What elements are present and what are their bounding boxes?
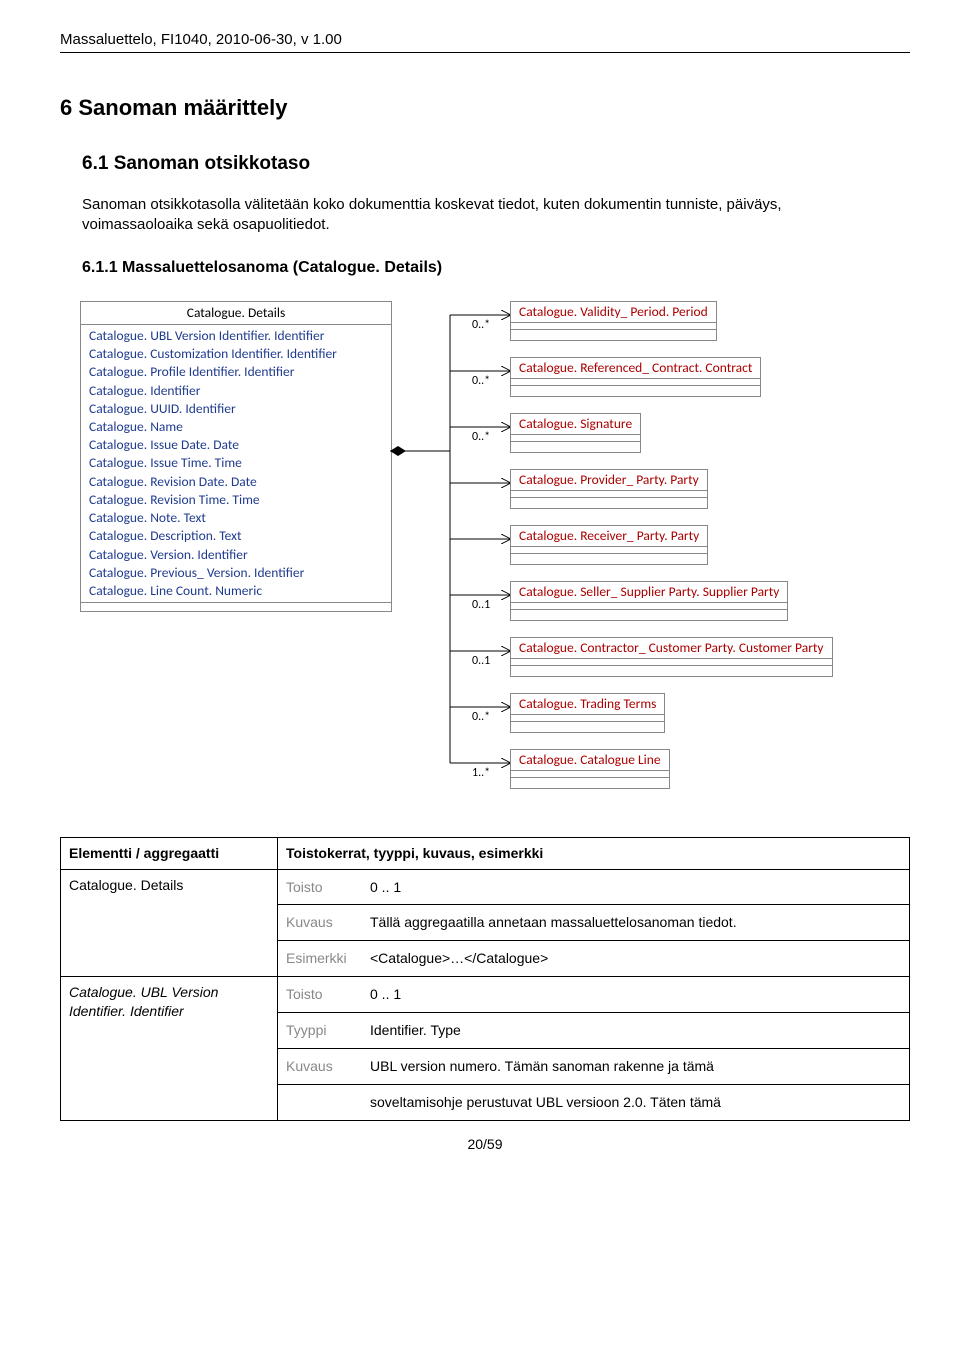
uml-assoc-class: Catalogue. Referenced_ Contract. Contrac… (510, 357, 761, 397)
uml-attribute: Catalogue. Note. Text (89, 509, 383, 527)
uml-attribute: Catalogue. Line Count. Numeric (89, 582, 383, 600)
detail-label: Tyyppi (286, 1021, 362, 1040)
uml-attribute: Catalogue. Previous_ Version. Identifier (89, 564, 383, 582)
page-number: 20/59 (60, 1135, 910, 1154)
uml-attribute: Catalogue. Version. Identifier (89, 546, 383, 564)
heading-6-1: 6.1 Sanoman otsikkotaso (82, 151, 910, 177)
uml-multiplicity: 0..* (472, 429, 490, 445)
element-detail-cell: Tyyppi Identifier. Type (278, 1013, 910, 1049)
definition-table: Elementti / aggregaatti Toistokerrat, ty… (60, 837, 910, 1121)
uml-attribute: Catalogue. Identifier (89, 382, 383, 400)
detail-label: Esimerkki (286, 949, 362, 968)
uml-multiplicity: 0..1 (472, 597, 490, 613)
uml-assoc-class: Catalogue. Validity_ Period. Period (510, 301, 717, 341)
uml-assoc-class: Catalogue. Receiver_ Party. Party (510, 525, 708, 565)
page-header: Massaluettelo, FI1040, 2010-06-30, v 1.0… (60, 30, 910, 53)
element-detail-cell: Toisto 0 .. 1 (278, 869, 910, 905)
uml-main-attributes: Catalogue. UBL Version Identifier. Ident… (81, 325, 391, 603)
element-detail-cell: Esimerkki <Catalogue>…</Catalogue> (278, 941, 910, 977)
element-detail-cell: Toisto 0 .. 1 (278, 977, 910, 1013)
uml-assoc-title: Catalogue. Trading Terms (511, 694, 664, 715)
detail-label: Toisto (286, 985, 362, 1004)
uml-attribute: Catalogue. Name (89, 418, 383, 436)
uml-assoc-class: Catalogue. Contractor_ Customer Party. C… (510, 637, 833, 677)
uml-main-class: Catalogue. Details Catalogue. UBL Versio… (80, 301, 392, 613)
uml-multiplicity: 1..* (472, 765, 490, 781)
detail-label: Kuvaus (286, 1057, 362, 1076)
element-name-cell: Catalogue. UBL Version Identifier. Ident… (61, 977, 278, 1121)
uml-attribute: Catalogue. Description. Text (89, 527, 383, 545)
uml-diagram: Catalogue. Details Catalogue. UBL Versio… (60, 291, 910, 831)
uml-attribute: Catalogue. UBL Version Identifier. Ident… (89, 327, 383, 345)
uml-assoc-title: Catalogue. Catalogue Line (511, 750, 669, 771)
detail-value: Tällä aggregaatilla annetaan massaluette… (370, 913, 901, 932)
th-details: Toistokerrat, tyyppi, kuvaus, esimerkki (278, 837, 910, 869)
uml-multiplicity: 0..* (472, 373, 490, 389)
uml-main-title: Catalogue. Details (81, 302, 391, 325)
detail-label: Toisto (286, 878, 362, 897)
uml-assoc-title: Catalogue. Provider_ Party. Party (511, 470, 707, 491)
element-detail-cell: Kuvaus Tällä aggregaatilla annetaan massa… (278, 905, 910, 941)
uml-attribute: Catalogue. Customization Identifier. Ide… (89, 345, 383, 363)
uml-multiplicity: 0..1 (472, 653, 490, 669)
heading-6-1-1: 6.1.1 Massaluettelosanoma (Catalogue. De… (82, 257, 910, 279)
uml-assoc-title: Catalogue. Receiver_ Party. Party (511, 526, 707, 547)
uml-assoc-title: Catalogue. Contractor_ Customer Party. C… (511, 638, 832, 659)
detail-value: Identifier. Type (370, 1021, 901, 1040)
uml-multiplicity: 0..* (472, 709, 490, 725)
detail-label (286, 1093, 362, 1112)
uml-assoc-title: Catalogue. Seller_ Supplier Party. Suppl… (511, 582, 787, 603)
uml-attribute: Catalogue. Profile Identifier. Identifie… (89, 363, 383, 381)
detail-value: 0 .. 1 (370, 985, 901, 1004)
uml-multiplicity: 0..* (472, 317, 490, 333)
detail-value: <Catalogue>…</Catalogue> (370, 949, 901, 968)
uml-attribute: Catalogue. Issue Date. Date (89, 436, 383, 454)
table-row: Catalogue. DetailsToisto0 .. 1 (61, 869, 910, 905)
definition-tbody: Catalogue. Details Toisto 0 .. 1 Kuvaus Täll… (61, 869, 910, 1120)
uml-assoc-title: Catalogue. Validity_ Period. Period (511, 302, 716, 323)
element-detail-cell: Kuvaus UBL version numero. Tämän sanoman … (278, 1049, 910, 1085)
element-name-cell: Catalogue. Details (61, 869, 278, 977)
uml-assoc-class: Catalogue. Provider_ Party. Party (510, 469, 708, 509)
detail-value: UBL version numero. Tämän sanoman rakenn… (370, 1057, 901, 1076)
uml-assoc-class: Catalogue. Trading Terms (510, 693, 665, 733)
detail-label: Kuvaus (286, 913, 362, 932)
detail-value: soveltamisohje perustuvat UBL versioon 2… (370, 1093, 901, 1112)
uml-attribute: Catalogue. UUID. Identifier (89, 400, 383, 418)
intro-paragraph: Sanoman otsikkotasolla välitetään koko d… (82, 195, 880, 236)
uml-assoc-class: Catalogue. Signature (510, 413, 641, 453)
uml-assoc-title: Catalogue. Referenced_ Contract. Contrac… (511, 358, 760, 379)
uml-attribute: Catalogue. Revision Date. Date (89, 473, 383, 491)
table-row: Catalogue. UBL Version Identifier. Ident… (61, 977, 910, 1013)
th-element: Elementti / aggregaatti (61, 837, 278, 869)
uml-assoc-class: Catalogue. Seller_ Supplier Party. Suppl… (510, 581, 788, 621)
uml-attribute: Catalogue. Issue Time. Time (89, 454, 383, 472)
uml-attribute: Catalogue. Revision Time. Time (89, 491, 383, 509)
element-detail-cell: soveltamisohje perustuvat UBL versioon 2… (278, 1084, 910, 1120)
detail-value: 0 .. 1 (370, 878, 901, 897)
heading-6: 6 Sanoman määrittely (60, 93, 910, 123)
uml-assoc-title: Catalogue. Signature (511, 414, 640, 435)
uml-assoc-class: Catalogue. Catalogue Line (510, 749, 670, 789)
